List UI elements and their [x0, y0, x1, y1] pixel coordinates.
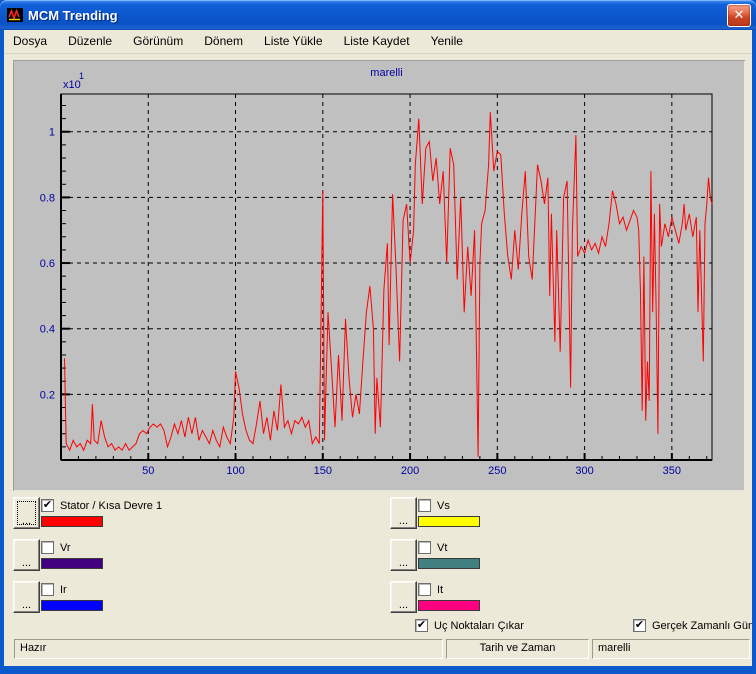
svg-text:1: 1 [49, 127, 55, 139]
svg-text:0.4: 0.4 [40, 324, 55, 336]
svg-text:50: 50 [142, 465, 154, 477]
gercek-zamanli-label: Gerçek Zamanlı Günc [652, 620, 752, 632]
series-label-it: It [437, 584, 443, 596]
color-picker-button-vt[interactable]: ... [390, 539, 417, 571]
svg-text:150: 150 [314, 465, 332, 477]
series-label-stator: Stator / Kısa Devre 1 [60, 500, 162, 512]
color-picker-button-stator[interactable]: ... [13, 497, 40, 529]
svg-text:200: 200 [401, 465, 419, 477]
chart-canvas: 50 100 150 200 250 300 350 0.2 0.4 0.6 0.8 1 marelli… [13, 60, 745, 491]
menu-item-yenile[interactable]: Yenile [422, 30, 472, 53]
app-icon [7, 7, 23, 23]
menu-item-gorunum[interactable]: Görünüm [124, 30, 192, 53]
close-button[interactable]: ✕ [727, 4, 751, 27]
color-picker-button-it[interactable]: ... [390, 581, 417, 613]
menu-item-liste-yukle[interactable]: Liste Yükle [255, 30, 331, 53]
series-color-swatch-vt [418, 558, 480, 569]
series-color-swatch-vr [41, 558, 103, 569]
series-checkbox-stator[interactable]: ✔ [41, 499, 54, 512]
series-label-vr: Vr [60, 542, 71, 554]
uc-noktalari-cikar-label: Uç Noktaları Çıkar [434, 620, 524, 632]
uc-noktalari-cikar-checkbox[interactable]: ✔ [415, 619, 428, 632]
menu-item-donem[interactable]: Dönem [195, 30, 252, 53]
svg-text:0.8: 0.8 [40, 192, 55, 204]
menu-bar: Dosya Düzenle Görünüm Dönem Liste Yükle … [4, 30, 752, 54]
svg-text:100: 100 [226, 465, 244, 477]
series-label-vs: Vs [437, 500, 450, 512]
option-gercek-zamanli: ✔ Gerçek Zamanlı Günc [633, 618, 752, 633]
svg-text:250: 250 [488, 465, 506, 477]
series-row-it: ... It [390, 581, 570, 615]
series-label-vt: Vt [437, 542, 447, 554]
series-color-swatch-vs [418, 516, 480, 527]
series-row-vt: ... Vt [390, 539, 570, 573]
svg-text:1: 1 [79, 71, 84, 81]
status-dataset-name: marelli [592, 639, 750, 659]
svg-text:0.2: 0.2 [40, 389, 55, 401]
svg-text:marelli: marelli [370, 67, 402, 79]
mcm-trending-window: { "window": { "title": "MCM Trending", "… [0, 0, 756, 674]
color-picker-button-vr[interactable]: ... [13, 539, 40, 571]
series-checkbox-it[interactable] [418, 583, 431, 596]
menu-item-dosya[interactable]: Dosya [4, 30, 56, 53]
menu-item-duzenle[interactable]: Düzenle [59, 30, 121, 53]
title-bar[interactable]: MCM Trending ✕ [0, 0, 756, 30]
trend-chart: 50 100 150 200 250 300 350 0.2 0.4 0.6 0.8 1 marelli… [13, 60, 745, 491]
svg-text:0.6: 0.6 [40, 258, 55, 270]
series-checkbox-ir[interactable] [41, 583, 54, 596]
option-uc-noktalari-cikar: ✔ Uç Noktaları Çıkar [415, 618, 575, 633]
status-message: Hazır [14, 639, 443, 659]
series-color-swatch-stator [41, 516, 103, 527]
series-row-ir: ... Ir [13, 581, 193, 615]
client-area: Dosya Düzenle Görünüm Dönem Liste Yükle … [4, 30, 752, 666]
menu-item-liste-kaydet[interactable]: Liste Kaydet [335, 30, 419, 53]
status-date-time: Tarih ve Zaman [446, 639, 589, 659]
window-title: MCM Trending [28, 8, 118, 23]
gercek-zamanli-checkbox[interactable]: ✔ [633, 619, 646, 632]
series-checkbox-vr[interactable] [41, 541, 54, 554]
color-picker-button-ir[interactable]: ... [13, 581, 40, 613]
color-picker-button-vs[interactable]: ... [390, 497, 417, 529]
series-color-swatch-it [418, 600, 480, 611]
svg-text:350: 350 [663, 465, 681, 477]
series-checkbox-vt[interactable] [418, 541, 431, 554]
series-label-ir: Ir [60, 584, 67, 596]
series-row-vs: ... Vs [390, 497, 570, 531]
svg-text:300: 300 [575, 465, 593, 477]
series-color-swatch-ir [41, 600, 103, 611]
series-checkbox-vs[interactable] [418, 499, 431, 512]
series-row-stator: ... ✔ Stator / Kısa Devre 1 [13, 497, 193, 531]
series-row-vr: ... Vr [13, 539, 193, 573]
